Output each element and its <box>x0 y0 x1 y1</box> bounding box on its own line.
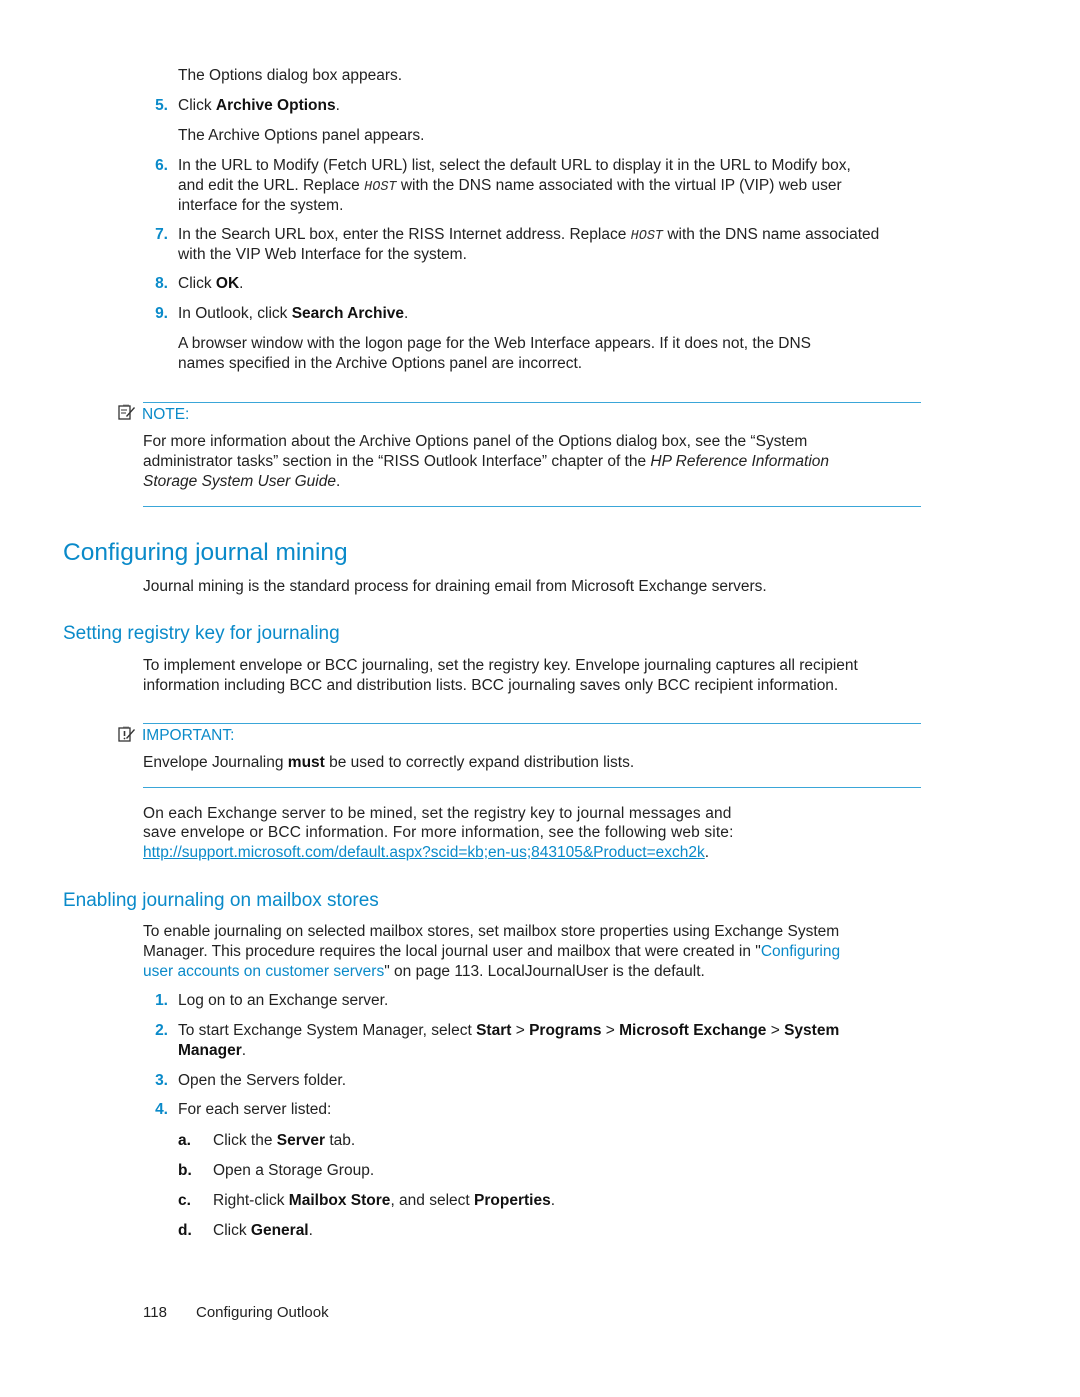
step-number: 3. <box>155 1072 168 1089</box>
mailbox-text-line: To enable journaling on selected mailbox… <box>143 923 840 940</box>
footer-chapter: Configuring Outlook <box>196 1304 329 1321</box>
mailbox-text-line: Manager. This procedure requires the loc… <box>143 943 841 960</box>
substep-letter: d. <box>178 1222 192 1239</box>
ui-label-archive-options: Archive Options <box>215 97 336 114</box>
section-title: Configuring journal mining <box>63 539 348 566</box>
ui-label-ok: OK <box>215 275 240 292</box>
step-number: 9. <box>155 305 168 322</box>
ui-label-search-archive: Search Archive <box>291 305 405 322</box>
menu-system-manager: System <box>784 1022 840 1039</box>
registry-para-line: On each Exchange server to be mined, set… <box>143 805 732 822</box>
page-number: 118 <box>143 1304 167 1321</box>
book-title: HP Reference Information <box>650 453 830 470</box>
note-label: NOTE: <box>142 406 190 423</box>
registry-url-line: http://support.microsoft.com/default.asp… <box>143 844 710 861</box>
note-text-line: Storage System User Guide. <box>143 473 341 490</box>
substep-text: Click General. <box>213 1222 313 1239</box>
substep-letter: c. <box>178 1192 191 1209</box>
step-text-line: interface for the system. <box>178 197 344 214</box>
section-intro: Journal mining is the standard process f… <box>143 578 767 595</box>
ui-label-general: General <box>250 1222 309 1239</box>
note-bottom-rule <box>143 506 921 507</box>
substep-letter: b. <box>178 1162 192 1179</box>
step-text: Click OK. <box>178 275 244 292</box>
note-pencil-icon <box>118 404 135 420</box>
microsoft-support-link[interactable]: http://support.microsoft.com/default.asp… <box>143 844 705 861</box>
important-pencil-icon <box>118 726 135 742</box>
important-bottom-rule <box>143 787 921 788</box>
step-text: Log on to an Exchange server. <box>178 992 389 1009</box>
step-number: 4. <box>155 1101 168 1118</box>
step-number: 8. <box>155 275 168 292</box>
ui-label-server: Server <box>276 1132 326 1149</box>
step-text: For each server listed: <box>178 1101 332 1118</box>
important-label: IMPORTANT: <box>142 727 235 744</box>
code-host: HOST <box>630 229 664 244</box>
note-top-rule <box>143 402 921 403</box>
note-text-line: For more information about the Archive O… <box>143 433 808 450</box>
menu-start: Start <box>476 1022 512 1039</box>
code-host: HOST <box>364 180 397 195</box>
subsection-title-mailbox: Enabling journaling on mailbox stores <box>63 890 379 911</box>
step-text-line: In the URL to Modify (Fetch URL) list, s… <box>178 157 851 174</box>
menu-microsoft-exchange: Microsoft Exchange <box>619 1022 767 1039</box>
step-result-line: names specified in the Archive Options p… <box>178 355 583 372</box>
configuring-user-accounts-link[interactable]: Configuring <box>761 943 840 960</box>
step-number: 5. <box>155 97 168 114</box>
step-text: In Outlook, click Search Archive. <box>178 305 409 322</box>
step-text-line: with the VIP Web Interface for the syste… <box>178 246 467 263</box>
menu-programs: Programs <box>529 1022 602 1039</box>
mailbox-text-line: user accounts on customer servers" on pa… <box>143 963 705 980</box>
step-text: Click Archive Options. <box>178 97 340 114</box>
step-result: The Archive Options panel appears. <box>178 127 425 144</box>
substep-text: Right-click Mailbox Store, and select Pr… <box>213 1192 555 1209</box>
subsection-title-registry: Setting registry key for journaling <box>63 623 340 644</box>
step-text: Open the Servers folder. <box>178 1072 347 1089</box>
ui-label-mailbox-store: Mailbox Store <box>288 1192 391 1209</box>
ui-label-properties: Properties <box>474 1192 551 1209</box>
emphasis-must: must <box>287 754 325 771</box>
registry-para-line: save envelope or BCC information. For mo… <box>143 824 734 841</box>
registry-text-line: To implement envelope or BCC journaling,… <box>143 657 858 674</box>
configuring-user-accounts-link-cont[interactable]: user accounts on customer servers <box>143 963 384 980</box>
note-text-line: administrator tasks” section in the “RIS… <box>143 453 830 470</box>
options-dialog-result: The Options dialog box appears. <box>178 67 403 84</box>
book-title: Storage System User Guide <box>143 473 336 490</box>
step-text-line: In the Search URL box, enter the RISS In… <box>178 226 880 244</box>
step-text-line: and edit the URL. Replace HOST with the … <box>178 177 842 195</box>
step-result-line: A browser window with the logon page for… <box>178 335 811 352</box>
substep-text: Click the Server tab. <box>213 1132 356 1149</box>
step-text-line: To start Exchange System Manager, select… <box>178 1022 840 1039</box>
menu-system-manager-cont: Manager <box>178 1042 242 1059</box>
registry-text-line: information including BCC and distributi… <box>143 677 839 694</box>
step-number: 7. <box>155 226 168 243</box>
important-text: Envelope Journaling must be used to corr… <box>143 754 635 771</box>
step-text-line: Manager. <box>178 1042 247 1059</box>
step-number: 6. <box>155 157 168 174</box>
substep-letter: a. <box>178 1132 191 1149</box>
step-number: 2. <box>155 1022 168 1039</box>
step-number: 1. <box>155 992 168 1009</box>
important-top-rule <box>143 723 921 724</box>
substep-text: Open a Storage Group. <box>213 1162 375 1179</box>
